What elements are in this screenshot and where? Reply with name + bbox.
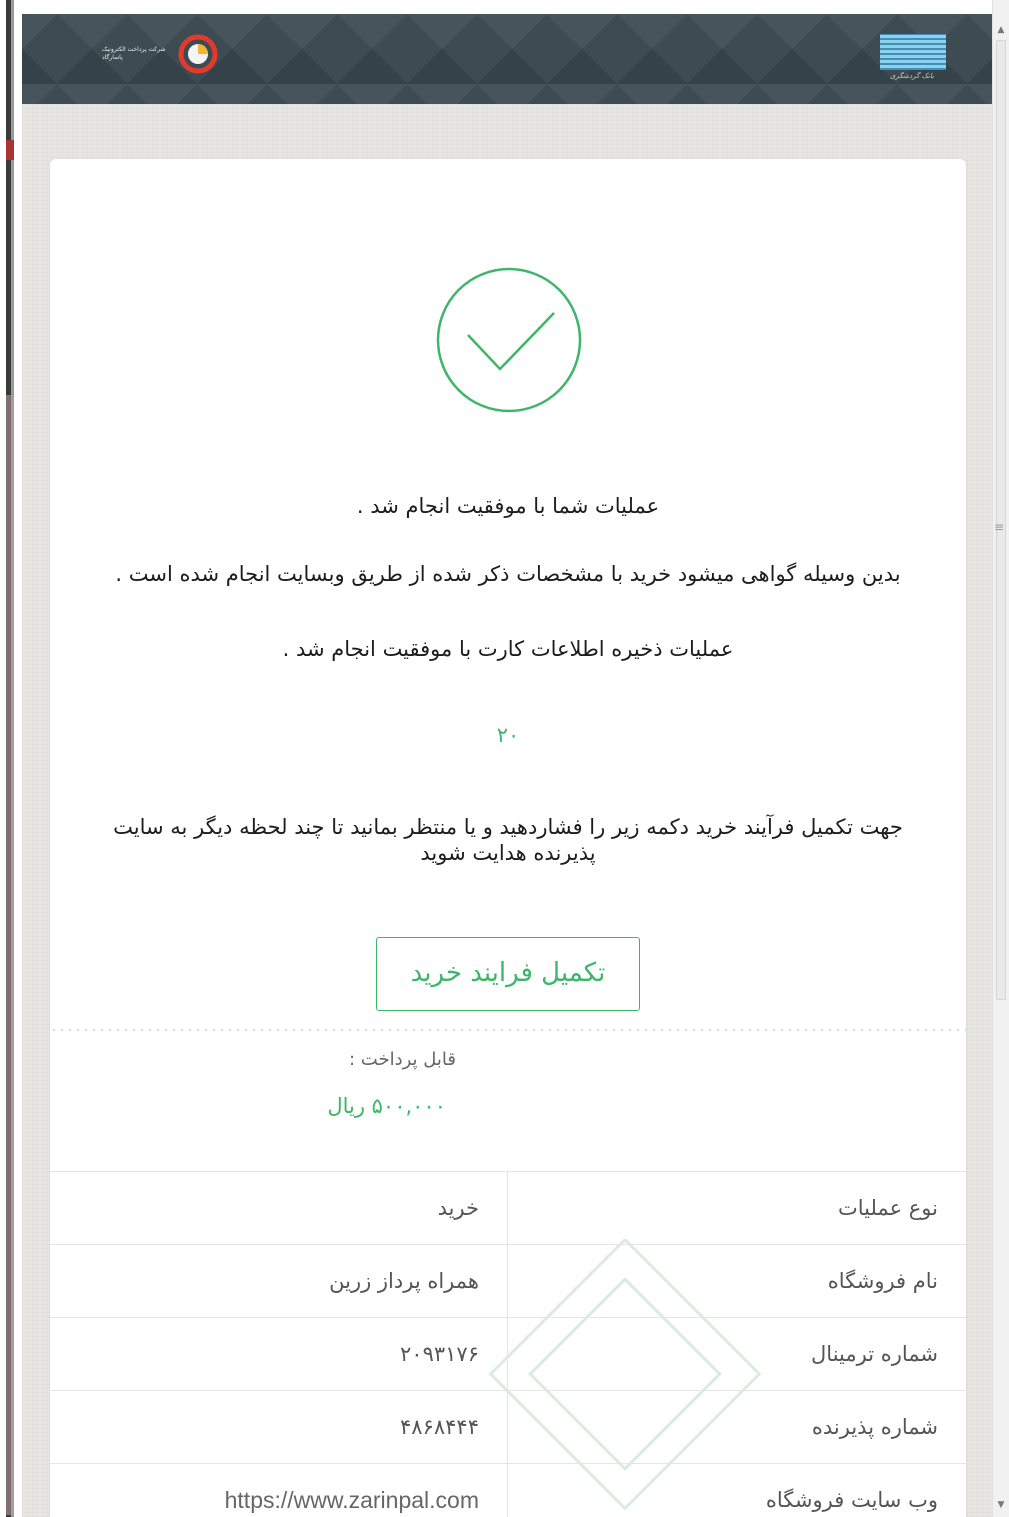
merchant-number-value: ۴۸۶۸۴۴۴: [50, 1391, 508, 1463]
merchant-number-label: شماره پذیرنده: [811, 1415, 938, 1439]
operation-type-value: خرید: [50, 1172, 508, 1244]
store-website-value[interactable]: https://www.zarinpal.com: [50, 1464, 508, 1517]
payable-amount: ۵۰۰,۰۰۰ ریال: [327, 1094, 446, 1118]
certify-message: بدین وسیله گواهی میشود خرید با مشخصات ذک…: [115, 562, 901, 586]
store-website-label: وب سایت فروشگاه: [765, 1488, 938, 1512]
complete-purchase-button[interactable]: تکمیل فرایند خرید: [376, 937, 640, 1011]
check-circle-icon: [436, 267, 582, 413]
header-banner: شرکت پرداخت الکترونیک پاسارگاد بانک گردش…: [22, 14, 992, 104]
operation-type-label: نوع عملیات: [837, 1196, 938, 1220]
redirect-countdown: ۲۰: [496, 723, 520, 747]
payable-label: قابل پرداخت :: [349, 1049, 456, 1070]
table-row: https://www.zarinpal.com وب سایت فروشگاه: [50, 1464, 966, 1517]
table-row: ۲۰۹۳۱۷۶ شماره ترمینال: [50, 1318, 966, 1391]
vertical-scrollbar[interactable]: ▲ ≡ ▼: [992, 0, 1009, 1517]
bank-logo-text: بانک گردشگری: [890, 72, 934, 80]
redirect-message: جهت تکمیل فرآیند خرید دکمه زیر را فشارده…: [113, 815, 903, 865]
pep-logo-icon: [178, 34, 218, 74]
pep-logo: شرکت پرداخت الکترونیک پاسارگاد: [102, 32, 222, 76]
transaction-details-table: خرید نوع عملیات همراه پرداز زرین نام فرو…: [50, 1171, 966, 1517]
dotted-divider: [50, 1027, 966, 1033]
table-row: ۴۸۶۸۴۴۴ شماره پذیرنده: [50, 1391, 966, 1464]
success-message: عملیات شما با موفقیت انجام شد .: [356, 494, 660, 518]
scroll-grip-icon: ≡: [994, 520, 1005, 534]
store-name-value: همراه پرداز زرین: [50, 1245, 508, 1317]
table-row: خرید نوع عملیات: [50, 1172, 966, 1245]
window-left-edge: [0, 0, 22, 1517]
scroll-down-icon[interactable]: ▼: [993, 1497, 1009, 1513]
pep-logo-text: شرکت پرداخت الکترونیک پاسارگاد: [102, 46, 166, 61]
store-name-label: نام فروشگاه: [827, 1269, 938, 1293]
terminal-number-value: ۲۰۹۳۱۷۶: [50, 1318, 508, 1390]
result-card: عملیات شما با موفقیت انجام شد . بدین وسی…: [50, 159, 966, 1517]
card-saved-message: عملیات ذخیره اطلاعات کارت با موفقیت انجا…: [282, 637, 734, 661]
table-row: همراه پرداز زرین نام فروشگاه: [50, 1245, 966, 1318]
terminal-number-label: شماره ترمینال: [811, 1342, 938, 1366]
bank-logo-icon: [880, 34, 946, 70]
page-viewport: شرکت پرداخت الکترونیک پاسارگاد بانک گردش…: [22, 14, 992, 1517]
scroll-up-icon[interactable]: ▲: [993, 22, 1009, 38]
bank-logo: بانک گردشگری: [876, 32, 948, 88]
